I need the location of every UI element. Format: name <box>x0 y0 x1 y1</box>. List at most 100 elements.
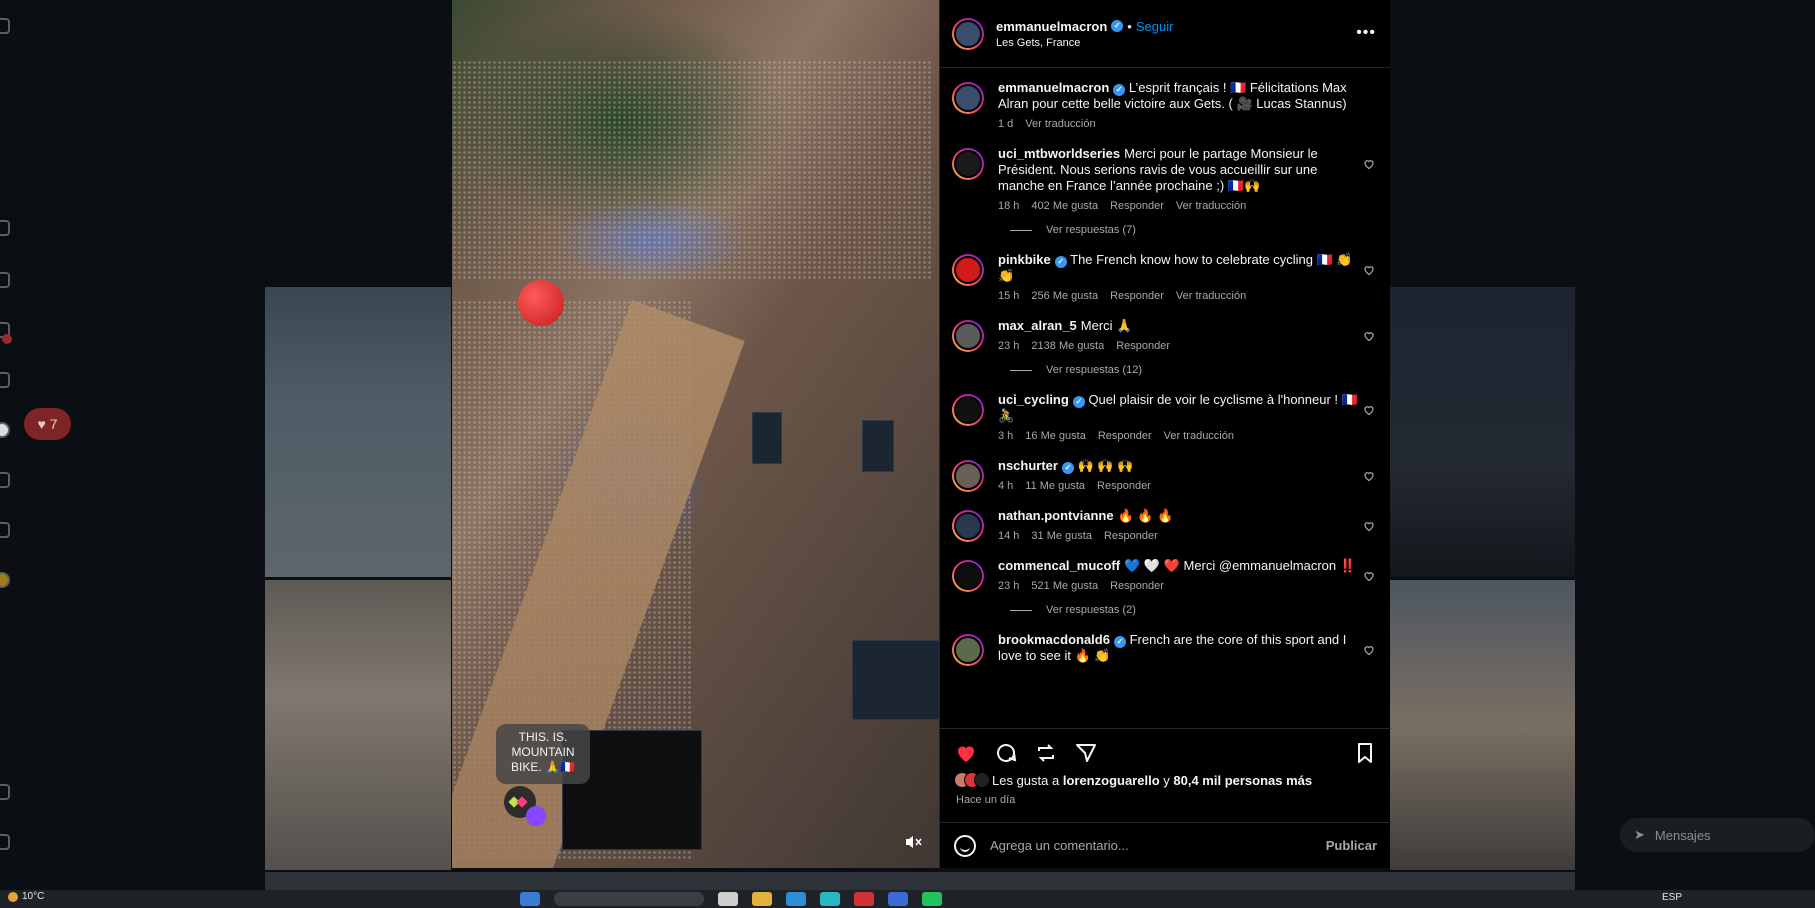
app-icon[interactable] <box>888 892 908 906</box>
start-icon[interactable] <box>520 892 540 906</box>
weather-widget[interactable]: 10°C <box>8 891 44 902</box>
commenter-avatar[interactable] <box>952 148 984 180</box>
caption-username[interactable]: emmanuelmacron <box>998 80 1109 95</box>
comment-time[interactable]: 15 h <box>998 290 1019 302</box>
feed-tile[interactable] <box>265 580 451 870</box>
heart-outline-icon[interactable] <box>1363 570 1375 582</box>
commenter-avatar[interactable] <box>952 560 984 592</box>
commenter-avatar[interactable] <box>952 510 984 542</box>
dashboard-icon[interactable] <box>0 522 10 538</box>
post-video[interactable]: THIS. IS. MOUNTAIN BIKE. 🙏🇫🇷 <box>452 0 939 868</box>
reply-button[interactable]: Responder <box>1097 480 1151 492</box>
messages-button[interactable]: ➤ Mensajes <box>1620 818 1815 852</box>
reply-button[interactable]: Responder <box>1104 530 1158 542</box>
reply-button[interactable]: Responder <box>1110 580 1164 592</box>
comment-time[interactable]: 3 h <box>998 430 1013 442</box>
author-avatar[interactable] <box>952 82 984 114</box>
comment-username[interactable]: uci_mtbworldseries <box>998 146 1120 161</box>
app-icon[interactable] <box>854 892 874 906</box>
also-from-meta-icon[interactable] <box>0 834 10 850</box>
comment-input[interactable] <box>990 838 1326 853</box>
follow-button[interactable]: Seguir <box>1136 19 1174 34</box>
post-location[interactable]: Les Gets, France <box>996 37 1173 49</box>
commenter-avatar[interactable] <box>952 320 984 352</box>
view-replies-button[interactable]: Ver respuestas (12) <box>1010 364 1375 376</box>
comment-likes[interactable]: 31 Me gusta <box>1031 530 1092 542</box>
reply-button[interactable]: Responder <box>1116 340 1170 352</box>
feed-tile[interactable] <box>1390 580 1575 870</box>
language-indicator[interactable]: ESP <box>1662 892 1682 903</box>
browser-icon[interactable] <box>820 892 840 906</box>
heart-outline-icon[interactable] <box>1363 158 1375 170</box>
more-dots-icon[interactable]: ••• <box>1356 24 1376 42</box>
comment-time[interactable]: 14 h <box>998 530 1019 542</box>
app-icon[interactable] <box>718 892 738 906</box>
comment-likes[interactable]: 402 Me gusta <box>1031 200 1098 212</box>
reels-icon[interactable] <box>0 272 10 288</box>
create-icon[interactable] <box>0 472 10 488</box>
likes-others[interactable]: 80,4 mil personas más <box>1173 773 1312 788</box>
repost-icon[interactable] <box>1034 741 1058 765</box>
search-icon[interactable] <box>0 372 10 388</box>
caption-time[interactable]: 1 d <box>998 118 1013 130</box>
feed-tile-row[interactable] <box>265 872 1575 890</box>
meta-ai-icon[interactable] <box>0 572 10 588</box>
comment-time[interactable]: 4 h <box>998 480 1013 492</box>
reply-button[interactable]: Responder <box>1098 430 1152 442</box>
commenter-avatar[interactable] <box>952 394 984 426</box>
menu-icon[interactable] <box>0 784 10 800</box>
view-replies-button[interactable]: Ver respuestas (2) <box>1010 604 1375 616</box>
emoji-icon[interactable] <box>954 834 976 857</box>
heart-filled-icon[interactable] <box>954 741 978 765</box>
comment-time[interactable]: 18 h <box>998 200 1019 212</box>
home-icon[interactable] <box>0 220 10 236</box>
comment-time[interactable]: 23 h <box>998 340 1019 352</box>
feed-tile[interactable] <box>265 287 451 577</box>
comment-username[interactable]: nathan.pontvianne <box>998 508 1114 523</box>
view-replies-button[interactable]: Ver respuestas (7) <box>1010 224 1375 236</box>
comment-likes[interactable]: 2138 Me gusta <box>1031 340 1104 352</box>
comment-likes[interactable]: 256 Me gusta <box>1031 290 1098 302</box>
send-icon[interactable] <box>1074 741 1098 765</box>
heart-outline-icon[interactable] <box>1363 264 1375 276</box>
heart-outline-icon[interactable] <box>1363 404 1375 416</box>
comment-username[interactable]: max_alran_5 <box>998 318 1077 333</box>
mute-speaker-icon[interactable] <box>903 832 923 852</box>
comment-bubble-icon[interactable] <box>994 741 1018 765</box>
comment-username[interactable]: nschurter <box>998 458 1058 473</box>
instagram-icon[interactable] <box>0 18 10 34</box>
app-icon[interactable] <box>922 892 942 906</box>
app-icon[interactable] <box>786 892 806 906</box>
notifications-pill[interactable]: ♥ 7 <box>24 408 71 440</box>
bookmark-icon[interactable] <box>1353 741 1377 765</box>
author-avatar[interactable] <box>952 17 984 50</box>
likes-user[interactable]: lorenzoguarello <box>1063 773 1160 788</box>
comment-likes[interactable]: 521 Me gusta <box>1031 580 1098 592</box>
comment-username[interactable]: uci_cycling <box>998 392 1069 407</box>
comment-time[interactable]: 23 h <box>998 580 1019 592</box>
comment-username[interactable]: commencal_mucoff <box>998 558 1120 573</box>
feed-tile[interactable] <box>1390 287 1575 577</box>
comment-username[interactable]: pinkbike <box>998 252 1051 267</box>
profile-avatar-icon[interactable] <box>0 422 10 438</box>
taskbar-search[interactable] <box>554 892 704 906</box>
comment-username[interactable]: brookmacdonald6 <box>998 632 1110 647</box>
commenter-avatar[interactable] <box>952 634 984 666</box>
reply-button[interactable]: Responder <box>1110 290 1164 302</box>
translate-link[interactable]: Ver traducción <box>1176 290 1246 302</box>
heart-outline-icon[interactable] <box>1363 520 1375 532</box>
translate-link[interactable]: Ver traducción <box>1025 118 1095 130</box>
publish-button[interactable]: Publicar <box>1326 838 1377 853</box>
translate-link[interactable]: Ver traducción <box>1176 200 1246 212</box>
folder-icon[interactable] <box>752 892 772 906</box>
heart-outline-icon[interactable] <box>1363 470 1375 482</box>
likes-summary[interactable]: Les gusta a lorenzoguarello y 80,4 mil p… <box>954 772 1312 788</box>
comment-likes[interactable]: 11 Me gusta <box>1025 480 1085 492</box>
heart-outline-icon[interactable] <box>1363 644 1375 656</box>
commenter-avatar[interactable] <box>952 460 984 492</box>
reply-button[interactable]: Responder <box>1110 200 1164 212</box>
post-time[interactable]: Hace un día <box>956 794 1015 806</box>
heart-outline-icon[interactable] <box>1363 330 1375 342</box>
comments-list[interactable]: emmanuelmacron ✓ L’esprit français ! 🇫🇷 F… <box>940 68 1391 728</box>
author-username[interactable]: emmanuelmacron <box>996 19 1107 34</box>
